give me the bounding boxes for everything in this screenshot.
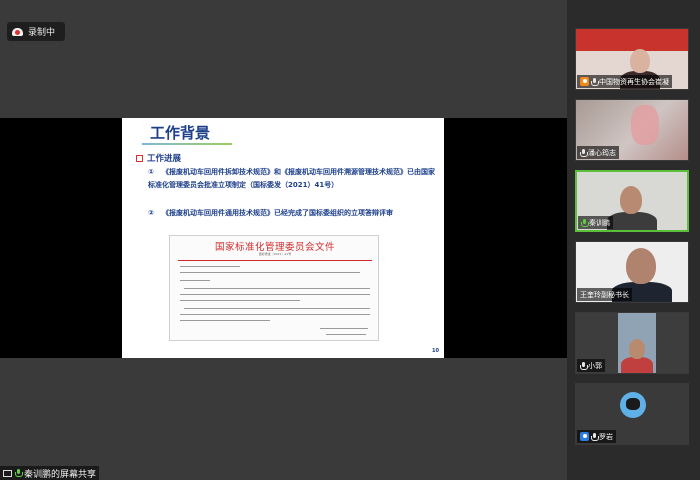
- background-banner: [576, 29, 688, 51]
- participant-nameplate: 罗岩: [577, 430, 616, 443]
- document-text-line: [180, 280, 210, 282]
- presentation-slide: 工作背景 工作进展 ① 《报废机动车回用件拆卸技术规范》和《报废机动车回用件溯源管…: [122, 118, 444, 358]
- document-text-line: [320, 328, 368, 330]
- participant-nameplate: 秦训鹏: [578, 216, 613, 229]
- microphone-muted-icon: [580, 148, 588, 157]
- recording-label: 录制中: [28, 28, 56, 38]
- participant-name: 小郭: [588, 361, 602, 370]
- document-text-line: [180, 320, 270, 322]
- document-text-line: [180, 272, 360, 274]
- microphone-muted-icon: [580, 361, 588, 370]
- participant-tile[interactable]: 罗岩: [575, 383, 689, 445]
- participant-face: [626, 248, 656, 284]
- title-underline: [142, 143, 232, 145]
- document-text-line: [326, 334, 366, 336]
- screen-share-label: 秦训鹏的屏幕共享: [24, 469, 97, 480]
- participant-blur: [631, 105, 659, 145]
- participant-nameplate: 中国物资再生协会崔凝: [577, 75, 672, 88]
- screen-icon: [3, 469, 12, 477]
- item-text: 《报废机动车回用件拆卸技术规范》和《报废机动车回用件溯源管理技术规范》已由国家标…: [148, 168, 435, 189]
- screen-share-status[interactable]: 秦训鹏的屏幕共享: [0, 466, 100, 480]
- item-number: ①: [148, 168, 154, 176]
- host-icon: [580, 77, 589, 86]
- document-text-line: [184, 308, 370, 310]
- participant-gallery: 中国物资再生协会崔凝 潘心筠志 秦训鹏 王奎玲副秘书长 小郭 罗岩: [567, 0, 700, 480]
- document-text-line: [180, 294, 370, 296]
- participant-tile[interactable]: 潘心筠志: [575, 99, 689, 161]
- participant-name: 中国物资再生协会崔凝: [599, 77, 669, 86]
- participant-name: 罗岩: [599, 432, 613, 441]
- participant-nameplate: 潘心筠志: [577, 146, 619, 159]
- section-label: 工作进展: [147, 154, 182, 164]
- meeting-window: 录制中 工作背景 工作进展 ① 《报废机动车回用件拆卸技术规范》和《报废机动车回用…: [0, 0, 700, 480]
- slide-item-2: ② 《报废机动车回用件通用技术规范》已经完成了国标委组织的立项答辩评审: [148, 207, 438, 220]
- participant-video-figure: [607, 212, 657, 230]
- slide-page-number: 10: [432, 348, 439, 354]
- participant-tile-active-speaker[interactable]: 秦训鹏: [575, 170, 689, 232]
- participant-nameplate: 小郭: [577, 359, 605, 372]
- slide-item-1: ① 《报废机动车回用件拆卸技术规范》和《报废机动车回用件溯源管理技术规范》已由国家…: [148, 166, 438, 192]
- document-text-line: [180, 266, 240, 268]
- document-text-line: [184, 288, 370, 290]
- avatar-detail: [626, 398, 640, 410]
- microphone-muted-icon: [591, 432, 599, 441]
- participant-name: 王奎玲副秘书长: [580, 290, 629, 299]
- document-text-line: [180, 300, 300, 302]
- shared-screen-stage: 录制中 工作背景 工作进展 ① 《报废机动车回用件拆卸技术规范》和《报废机动车回用…: [0, 0, 567, 480]
- document-red-rule: [178, 260, 372, 261]
- participant-tile[interactable]: 小郭: [575, 312, 689, 374]
- document-text-line: [180, 314, 370, 316]
- microphone-speaking-icon: [581, 218, 589, 227]
- participant-face: [620, 186, 642, 214]
- document-header: 国家标准化管理委员会文件: [214, 242, 335, 253]
- participant-tile[interactable]: 中国物资再生协会崔凝: [575, 28, 689, 90]
- square-bullet-icon: [136, 154, 143, 162]
- participant-name: 秦训鹏: [589, 218, 610, 227]
- document-number: 国标委发〔2021〕41号: [258, 252, 292, 256]
- document-image: 国家标准化管理委员会文件 国标委发〔2021〕41号: [169, 235, 379, 341]
- participant-face: [629, 339, 645, 359]
- cloud-record-icon: [12, 27, 23, 36]
- participant-video-figure: [621, 357, 653, 373]
- microphone-icon: [15, 469, 23, 477]
- microphone-muted-icon: [591, 77, 599, 86]
- section-heading: 工作进展: [136, 152, 181, 164]
- slide-title: 工作背景: [150, 124, 211, 142]
- item-number: ②: [148, 209, 154, 217]
- participant-name: 潘心筠志: [588, 148, 616, 157]
- participant-face: [630, 49, 650, 73]
- recording-indicator[interactable]: 录制中: [7, 22, 65, 41]
- participant-nameplate: 王奎玲副秘书长: [577, 288, 632, 301]
- participant-tile[interactable]: 王奎玲副秘书长: [575, 241, 689, 303]
- item-text: 《报废机动车回用件通用技术规范》已经完成了国标委组织的立项答辩评审: [162, 209, 393, 217]
- cohost-icon: [580, 432, 589, 441]
